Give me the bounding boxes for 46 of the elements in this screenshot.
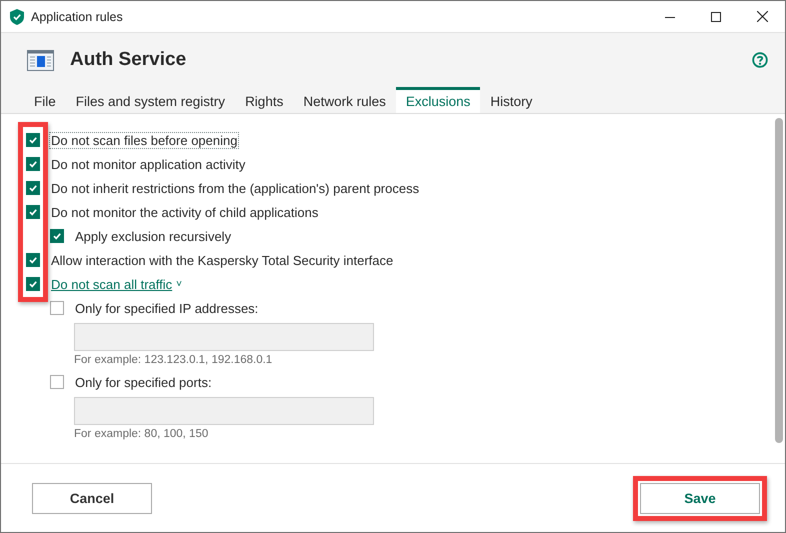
check-icon (52, 231, 62, 241)
tab[interactable]: History (480, 87, 542, 113)
close-icon (756, 11, 768, 22)
save-button[interactable]: Save (640, 482, 760, 514)
check-icon (28, 279, 38, 289)
option-label: Do not monitor application activity (50, 156, 246, 172)
application-name: Auth Service (70, 49, 186, 71)
check-icon (28, 183, 38, 193)
checkbox[interactable] (50, 375, 64, 389)
hint-text: For example: 80, 100, 150 (74, 428, 210, 440)
hint-text: For example: 123.123.0.1, 192.168.0.1 (74, 354, 274, 366)
check-icon (28, 255, 38, 265)
checkbox[interactable] (50, 301, 64, 315)
cancel-button[interactable]: Cancel (32, 482, 152, 514)
option-label: Do not monitor the activity of child applications (50, 204, 320, 220)
caret-icon: ˅ (176, 278, 182, 290)
option-label: Apply exclusion recursively (74, 228, 232, 244)
maximize-icon (711, 12, 721, 22)
checkbox[interactable] (26, 205, 40, 219)
check-icon (28, 135, 38, 145)
option-label: Do not inherit restrictions from the (application's) parent process (50, 180, 420, 196)
checkbox[interactable] (26, 157, 40, 171)
option-label: Do not scan files before opening (49, 132, 240, 148)
tab[interactable]: Exclusions (396, 87, 480, 113)
tab[interactable]: Rights (235, 87, 294, 113)
shield-icon (10, 8, 24, 24)
option-label: Allow interaction with the Kaspersky Total Security interface (50, 252, 394, 268)
input-field[interactable] (74, 397, 374, 425)
checkbox[interactable] (50, 229, 64, 243)
checkbox[interactable] (26, 253, 40, 267)
option-label: Only for specified ports: (74, 374, 213, 390)
input-field[interactable] (74, 323, 374, 351)
option-label: Only for specified IP addresses: (74, 300, 260, 316)
tab[interactable]: Network rules (293, 87, 396, 113)
tab[interactable]: File (24, 87, 66, 113)
tab[interactable]: Files and system registry (66, 87, 236, 113)
scrollbar[interactable] (775, 118, 783, 443)
checkbox[interactable] (26, 133, 40, 147)
window-title: Application rules (31, 10, 123, 24)
checkbox[interactable] (26, 277, 40, 291)
expand-link[interactable]: Do not scan all traffic (49, 276, 174, 292)
application-window-icon (27, 50, 54, 70)
check-icon (28, 207, 38, 217)
help-icon[interactable] (752, 52, 768, 68)
checkbox[interactable] (26, 181, 40, 195)
check-icon (28, 159, 38, 169)
